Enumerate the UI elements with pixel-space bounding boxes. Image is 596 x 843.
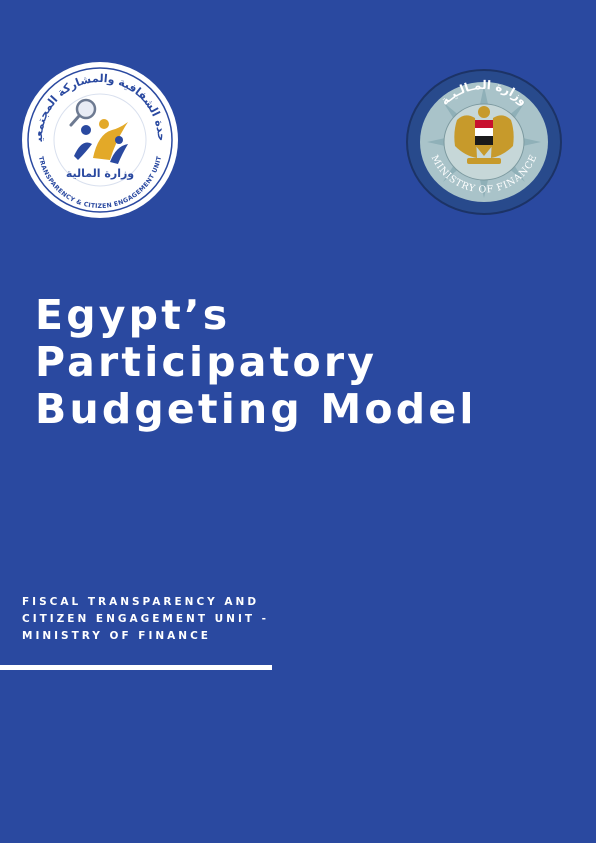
document-title: Egypt’s Participatory Budgeting Model	[35, 292, 477, 433]
title-line-1: Egypt’s	[35, 291, 231, 339]
logo-left-arabic-center: وزارة المالية	[66, 167, 134, 180]
divider-rule	[0, 665, 272, 670]
subtitle-line-2: CITIZEN ENGAGEMENT UNIT -	[22, 613, 270, 625]
cover-page: وحدة الشفافية والمشاركة المجتمعية TRANSP…	[0, 0, 596, 843]
subtitle-line-3: MINISTRY OF FINANCE	[22, 630, 211, 642]
transparency-unit-logo: وحدة الشفافية والمشاركة المجتمعية TRANSP…	[20, 60, 180, 220]
subtitle-line-1: FISCAL TRANSPARENCY AND	[22, 596, 260, 608]
title-line-3: Budgeting Model	[35, 385, 477, 433]
ministry-of-finance-logo: وزارة المـالـيـة MINISTRY OF FINANCE	[405, 68, 563, 216]
document-subtitle: FISCAL TRANSPARENCY AND CITIZEN ENGAGEME…	[22, 594, 269, 645]
title-line-2: Participatory	[35, 338, 378, 386]
